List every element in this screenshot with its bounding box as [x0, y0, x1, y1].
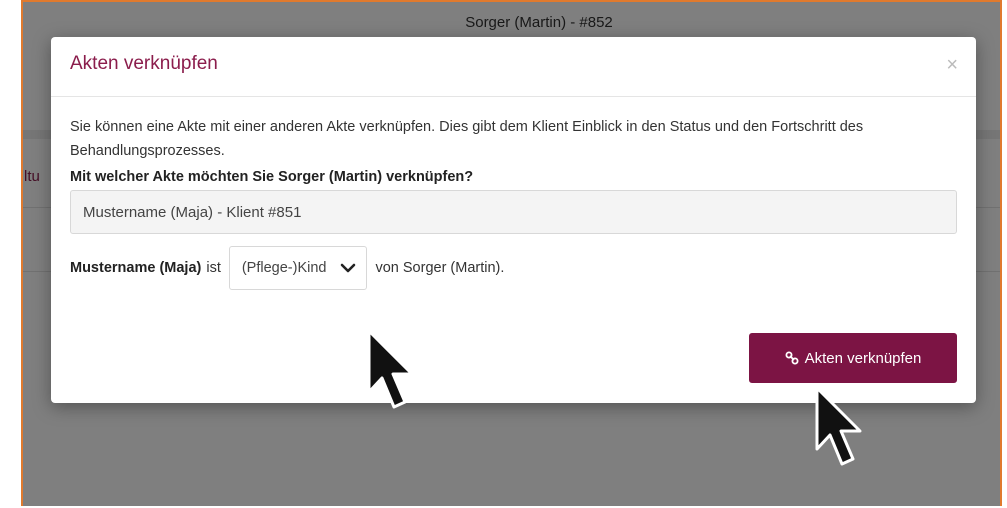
link-icon: [785, 351, 799, 365]
chevron-down-icon: [340, 263, 356, 273]
relation-connector: ist: [206, 260, 221, 276]
file-select-value: Mustername (Maja) - Klient #851: [83, 203, 302, 221]
link-files-dialog: Akten verknüpfen × Sie können eine Akte …: [51, 37, 976, 403]
link-files-button-label: Akten verknüpfen: [804, 349, 922, 367]
close-icon[interactable]: ×: [946, 55, 958, 75]
relation-subject: Mustername (Maja): [70, 260, 202, 276]
dialog-title: Akten verknüpfen: [70, 53, 218, 74]
relation-type-value: (Pflege-)Kind: [241, 260, 327, 276]
dialog-intro-text: Sie können eine Akte mit einer anderen A…: [70, 119, 864, 159]
file-select-field[interactable]: Mustername (Maja) - Klient #851: [70, 190, 957, 234]
dialog-body: Sie können eine Akte mit einer anderen A…: [70, 115, 957, 290]
mouse-pointer-icon: [815, 386, 862, 466]
link-files-button[interactable]: Akten verknüpfen: [749, 333, 957, 383]
mouse-pointer-icon: [367, 329, 414, 409]
relation-suffix: von Sorger (Martin).: [375, 260, 505, 276]
file-question-label: Mit welcher Akte möchten Sie Sorger (Mar…: [70, 169, 474, 185]
relation-row: Mustername (Maja) ist (Pflege-)Kind von …: [70, 246, 957, 290]
dialog-header: Akten verknüpfen ×: [51, 37, 976, 97]
relation-type-select[interactable]: (Pflege-)Kind: [228, 246, 368, 290]
